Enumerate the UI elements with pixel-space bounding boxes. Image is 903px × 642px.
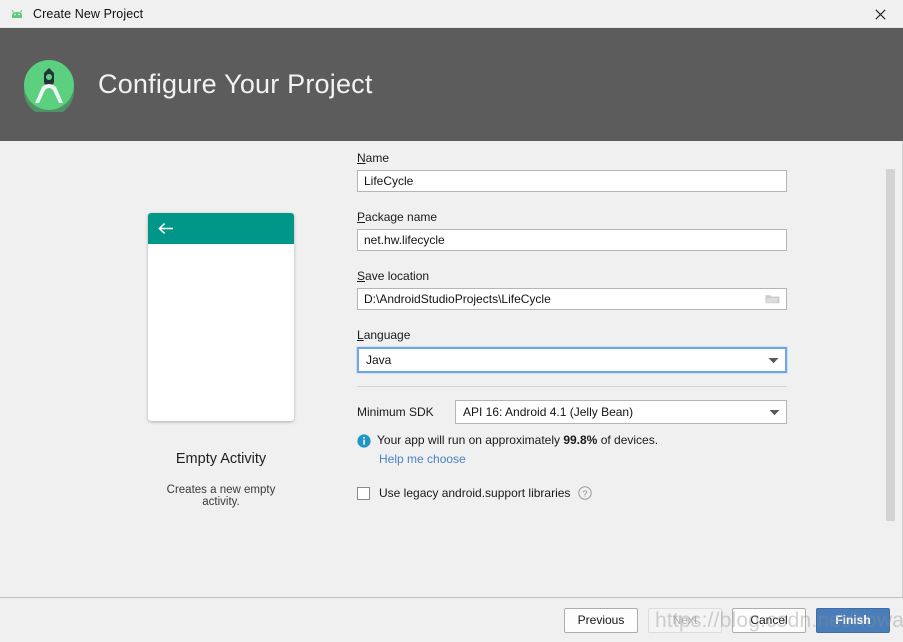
next-button: Next (648, 607, 722, 633)
folder-icon[interactable] (760, 293, 780, 305)
finish-button[interactable]: Finish (816, 607, 890, 633)
minimum-sdk-label: Minimum SDK (357, 405, 434, 419)
project-config-form: Name LifeCycle Package name net.hw.lifec… (357, 151, 787, 500)
template-preview: Empty Activity Creates a new empty activ… (148, 213, 294, 508)
next-button-label: Next (672, 613, 698, 627)
chevron-down-icon (768, 357, 779, 364)
template-preview-card (148, 213, 294, 421)
template-name: Empty Activity (175, 451, 267, 467)
devices-info-text: Your app will run on approximately 99.8%… (377, 433, 658, 447)
language-label-mnemonic: L (357, 328, 364, 342)
save-location-label-rest: ave location (365, 269, 430, 283)
devices-info-text-after: of devices. (597, 433, 659, 447)
name-label-mnemonic: N (357, 151, 366, 165)
dialog-header: Configure Your Project (0, 28, 903, 141)
legacy-libraries-checkbox[interactable] (357, 486, 370, 500)
legacy-libraries-label: Use legacy android.support libraries (379, 486, 571, 500)
minimum-sdk-dropdown-value: API 16: Android 4.1 (Jelly Bean) (463, 405, 634, 419)
form-separator (357, 386, 787, 387)
field-minimum-sdk: Minimum SDK API 16: Android 4.1 (Jelly B… (357, 400, 787, 424)
previous-button-label: Previous (577, 613, 625, 627)
devices-info: Your app will run on approximately 99.8%… (357, 433, 787, 448)
android-icon (9, 6, 25, 22)
back-arrow-icon (158, 222, 175, 235)
language-label-rest: anguage (363, 328, 411, 342)
template-description: Creates a new empty activity. (166, 484, 276, 508)
field-save-location: Save location D:\AndroidStudioProjects\L… (357, 269, 787, 310)
previous-button[interactable]: Previous (564, 607, 638, 633)
dialog-footer: Previous Next Cancel Finish (0, 597, 903, 642)
cancel-button-label: Cancel (750, 613, 788, 627)
field-name: Name LifeCycle (357, 151, 787, 192)
package-name-label-mnemonic: P (357, 210, 366, 224)
window-titlebar: Create New Project (0, 0, 903, 28)
save-location-input-value: D:\AndroidStudioProjects\LifeCycle (364, 292, 551, 306)
svg-text:?: ? (583, 488, 588, 498)
language-label: Language (357, 328, 787, 342)
cancel-button[interactable]: Cancel (732, 607, 806, 633)
chevron-down-icon (769, 409, 780, 416)
package-name-label: Package name (357, 210, 787, 224)
window-title: Create New Project (33, 6, 144, 21)
question-mark-icon[interactable]: ? (570, 486, 593, 500)
field-package-name: Package name net.hw.lifecycle (357, 210, 787, 251)
field-legacy-libraries: Use legacy android.support libraries ? (357, 486, 787, 500)
scrollbar-thumb[interactable] (886, 169, 895, 521)
content-scrollbar[interactable] (886, 141, 895, 597)
field-language: Language Java (357, 328, 787, 373)
save-location-input[interactable]: D:\AndroidStudioProjects\LifeCycle (357, 288, 787, 310)
package-name-input-value: net.hw.lifecycle (364, 233, 445, 247)
dialog-content: Empty Activity Creates a new empty activ… (0, 141, 903, 597)
preview-appbar (148, 213, 294, 244)
package-name-input[interactable]: net.hw.lifecycle (357, 229, 787, 251)
name-input-value: LifeCycle (364, 174, 414, 188)
help-me-choose-link[interactable]: Help me choose (379, 452, 787, 466)
name-label-rest: ame (365, 151, 390, 165)
language-dropdown[interactable]: Java (357, 347, 787, 373)
name-input[interactable]: LifeCycle (357, 170, 787, 192)
android-studio-logo-icon (22, 58, 76, 116)
devices-info-text-before: Your app will run on approximately (377, 433, 564, 447)
page-title: Configure Your Project (98, 69, 373, 99)
name-label: Name (357, 151, 787, 165)
package-name-label-rest: ackage name (365, 210, 438, 224)
devices-info-percent: 99.8% (563, 433, 598, 447)
minimum-sdk-dropdown[interactable]: API 16: Android 4.1 (Jelly Bean) (455, 400, 787, 424)
close-icon[interactable] (857, 0, 903, 28)
info-icon (357, 433, 377, 448)
save-location-label: Save location (357, 269, 787, 283)
language-dropdown-value: Java (366, 353, 392, 367)
finish-button-label: Finish (835, 613, 871, 627)
save-location-label-mnemonic: S (357, 269, 366, 283)
